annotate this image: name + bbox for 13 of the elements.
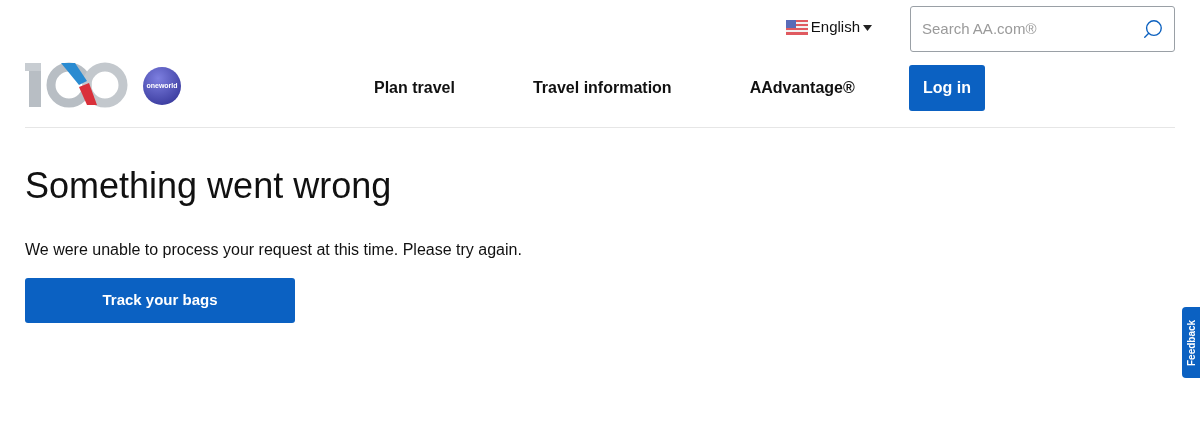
- language-selector[interactable]: English: [785, 16, 872, 39]
- login-button[interactable]: Log in: [909, 64, 985, 111]
- search-icon[interactable]: [1142, 17, 1164, 40]
- caret-icon: [863, 24, 872, 31]
- error-message: We were unable to process your request at this time. Please try again.: [25, 240, 523, 260]
- nav-link[interactable]: Travel information: [532, 75, 672, 100]
- track-bags-button[interactable]: Track your bags: [25, 278, 295, 323]
- nav-link[interactable]: AAdvantage®: [749, 75, 855, 100]
- flag-icon: [785, 20, 808, 35]
- feedback-tab[interactable]: Feedback: [1182, 307, 1200, 378]
- error-title: Something went wrong: [25, 164, 393, 208]
- nav-link[interactable]: Plan travel: [374, 75, 455, 100]
- search-field[interactable]: Search AA.com®: [910, 5, 1175, 52]
